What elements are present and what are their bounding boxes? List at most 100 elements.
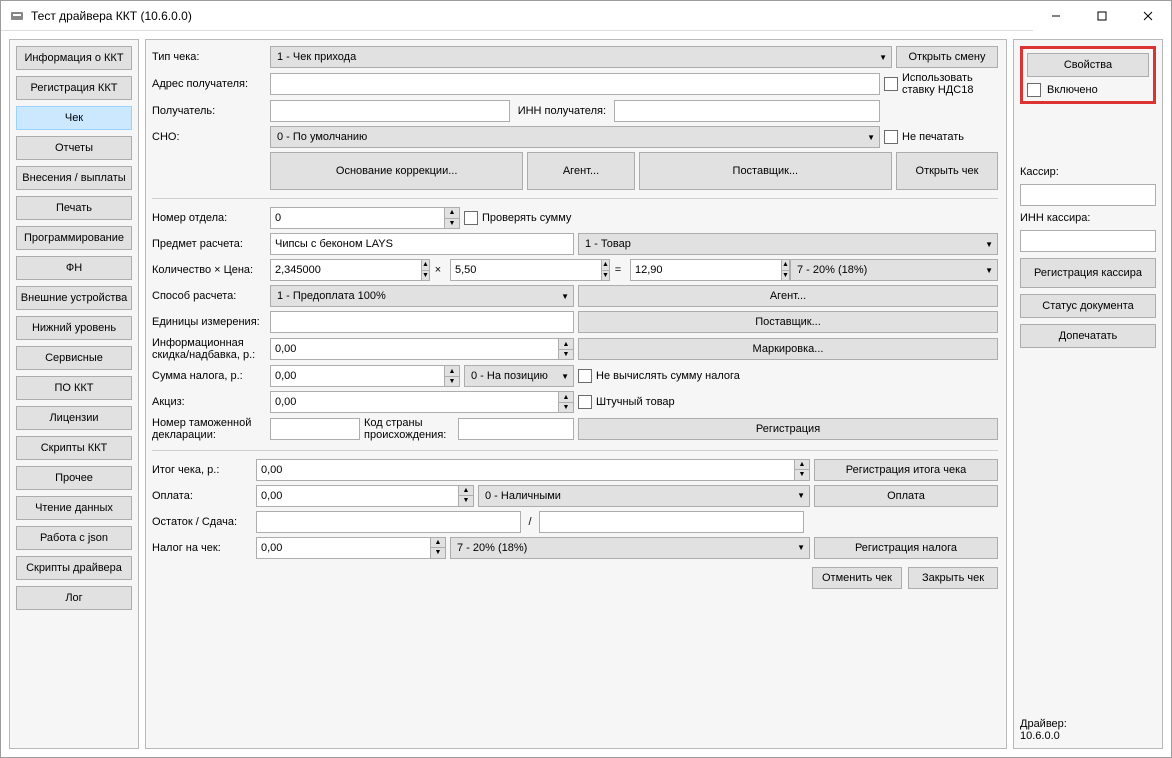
units-input[interactable] bbox=[270, 311, 574, 333]
payment-button[interactable]: Оплата bbox=[814, 485, 998, 507]
label-cashier: Кассир: bbox=[1020, 166, 1156, 178]
label-sno: СНО: bbox=[152, 131, 266, 143]
chevron-down-icon: ▼ bbox=[867, 133, 875, 142]
label-customs-decl: Номер таможенной декларации: bbox=[152, 417, 266, 441]
driver-info: Драйвер: 10.6.0.0 bbox=[1020, 718, 1156, 742]
payment-spinner[interactable]: ▲▼ bbox=[256, 485, 474, 507]
titlebar: Тест драйвера ККТ (10.6.0.0) bbox=[1, 1, 1171, 31]
remainder1-input[interactable] bbox=[256, 511, 521, 533]
open-shift-button[interactable]: Открыть смену bbox=[896, 46, 998, 68]
label-qty-price: Количество × Цена: bbox=[152, 264, 266, 276]
customs-decl-input[interactable] bbox=[270, 418, 360, 440]
combo-calc-method[interactable]: 1 - Предоплата 100% ▼ bbox=[270, 285, 574, 307]
label-piece-goods: Штучный товар bbox=[596, 396, 675, 408]
sidebar-item-service[interactable]: Сервисные bbox=[16, 346, 132, 370]
check-tax-spinner[interactable]: ▲▼ bbox=[256, 537, 446, 559]
sidebar-item-extdev[interactable]: Внешние устройства bbox=[16, 286, 132, 310]
sidebar-item-check[interactable]: Чек bbox=[16, 106, 132, 130]
sidebar-item-fn[interactable]: ФН bbox=[16, 256, 132, 280]
marking-button[interactable]: Маркировка... bbox=[578, 338, 998, 360]
sidebar-item-other[interactable]: Прочее bbox=[16, 466, 132, 490]
piece-goods-checkbox[interactable] bbox=[578, 395, 592, 409]
recipient-address-input[interactable] bbox=[270, 73, 880, 95]
chevron-down-icon: ▼ bbox=[985, 240, 993, 249]
agent-mid-button[interactable]: Агент... bbox=[578, 285, 998, 307]
sidebar-item-deposits[interactable]: Внесения / выплаты bbox=[16, 166, 132, 190]
minimize-button[interactable] bbox=[1033, 1, 1079, 31]
label-recipient: Получатель: bbox=[152, 105, 266, 117]
sidebar-item-scripts-driver[interactable]: Скрипты драйвера bbox=[16, 556, 132, 580]
sidebar-item-registration[interactable]: Регистрация ККТ bbox=[16, 76, 132, 100]
label-country-code: Код страны происхождения: bbox=[364, 417, 454, 441]
remainder2-input[interactable] bbox=[539, 511, 804, 533]
sidebar-item-programming[interactable]: Программирование bbox=[16, 226, 132, 250]
sidebar-item-json[interactable]: Работа с json bbox=[16, 526, 132, 550]
check-sum-checkbox[interactable] bbox=[464, 211, 478, 225]
doc-status-button[interactable]: Статус документа bbox=[1020, 294, 1156, 318]
country-code-input[interactable] bbox=[458, 418, 574, 440]
info-discount-spinner[interactable]: ▲▼ bbox=[270, 338, 574, 360]
close-button[interactable] bbox=[1125, 1, 1171, 31]
properties-button[interactable]: Свойства bbox=[1027, 53, 1149, 77]
enabled-checkbox[interactable] bbox=[1027, 83, 1041, 97]
sidebar-item-reports[interactable]: Отчеты bbox=[16, 136, 132, 160]
quantity-spinner[interactable]: ▲▼ bbox=[270, 259, 426, 281]
cashier-inn-input[interactable] bbox=[1020, 230, 1156, 252]
use-vat18-checkbox[interactable] bbox=[884, 77, 898, 91]
reg-cashier-button[interactable]: Регистрация кассира bbox=[1020, 258, 1156, 288]
recipient-input[interactable] bbox=[270, 100, 510, 122]
tax-sum-spinner[interactable]: ▲▼ bbox=[270, 365, 460, 387]
label-item-subject: Предмет расчета: bbox=[152, 238, 266, 250]
chevron-down-icon: ▼ bbox=[561, 372, 569, 381]
reg-tax-button[interactable]: Регистрация налога bbox=[814, 537, 998, 559]
reg-check-total-button[interactable]: Регистрация итога чека bbox=[814, 459, 998, 481]
item-subject-input[interactable] bbox=[270, 233, 574, 255]
right-panel: Свойства Включено Кассир: ИНН кассира: Р… bbox=[1013, 39, 1163, 749]
agent-top-button[interactable]: Агент... bbox=[527, 152, 634, 190]
close-check-button[interactable]: Закрыть чек bbox=[908, 567, 998, 589]
chevron-down-icon: ▼ bbox=[561, 292, 569, 301]
total-spinner[interactable]: ▲▼ bbox=[630, 259, 786, 281]
registration-button[interactable]: Регистрация bbox=[578, 418, 998, 440]
correction-basis-button[interactable]: Основание коррекции... bbox=[270, 152, 523, 190]
recipient-inn-input[interactable] bbox=[614, 100, 880, 122]
price-spinner[interactable]: ▲▼ bbox=[450, 259, 606, 281]
supplier-top-button[interactable]: Поставщик... bbox=[639, 152, 892, 190]
label-recipient-address: Адрес получателя: bbox=[152, 78, 266, 90]
sidebar-item-print[interactable]: Печать bbox=[16, 196, 132, 220]
highlight-box: Свойства Включено bbox=[1020, 46, 1156, 104]
slash-symbol: / bbox=[525, 516, 535, 528]
sidebar-item-log[interactable]: Лог bbox=[16, 586, 132, 610]
combo-item-type[interactable]: 1 - Товар ▼ bbox=[578, 233, 998, 255]
excise-spinner[interactable]: ▲▼ bbox=[270, 391, 574, 413]
label-check-tax: Налог на чек: bbox=[152, 542, 252, 554]
open-check-button[interactable]: Открыть чек bbox=[896, 152, 998, 190]
combo-payment-type[interactable]: 0 - Наличными ▼ bbox=[478, 485, 810, 507]
check-total-spinner[interactable]: ▲▼ bbox=[256, 459, 810, 481]
sidebar-item-licenses[interactable]: Лицензии bbox=[16, 406, 132, 430]
combo-vat-rate[interactable]: 7 - 20% (18%) ▼ bbox=[790, 259, 998, 281]
cashier-input[interactable] bbox=[1020, 184, 1156, 206]
supplier-mid-button[interactable]: Поставщик... bbox=[578, 311, 998, 333]
combo-tax-pos[interactable]: 0 - На позицию ▼ bbox=[464, 365, 574, 387]
maximize-button[interactable] bbox=[1079, 1, 1125, 31]
combo-check-tax-type[interactable]: 7 - 20% (18%) ▼ bbox=[450, 537, 810, 559]
dept-number-spinner[interactable]: ▲▼ bbox=[270, 207, 460, 229]
combo-check-type[interactable]: 1 - Чек прихода ▼ bbox=[270, 46, 892, 68]
sidebar-item-lowlevel[interactable]: Нижний уровень bbox=[16, 316, 132, 340]
sidebar-item-info[interactable]: Информация о ККТ bbox=[16, 46, 132, 70]
no-calc-tax-checkbox[interactable] bbox=[578, 369, 592, 383]
label-enabled: Включено bbox=[1047, 84, 1098, 96]
reprint-button[interactable]: Допечатать bbox=[1020, 324, 1156, 348]
sidebar-item-read-data[interactable]: Чтение данных bbox=[16, 496, 132, 520]
cancel-check-button[interactable]: Отменить чек bbox=[812, 567, 902, 589]
label-check-type: Тип чека: bbox=[152, 51, 266, 63]
label-units: Единицы измерения: bbox=[152, 316, 266, 328]
combo-sno[interactable]: 0 - По умолчанию ▼ bbox=[270, 126, 880, 148]
no-print-checkbox[interactable] bbox=[884, 130, 898, 144]
sidebar-item-scripts-kkt[interactable]: Скрипты ККТ bbox=[16, 436, 132, 460]
sidebar-item-pokkt[interactable]: ПО ККТ bbox=[16, 376, 132, 400]
chevron-down-icon: ▼ bbox=[797, 543, 805, 552]
label-check-sum: Проверять сумму bbox=[482, 212, 571, 224]
label-recipient-inn: ИНН получателя: bbox=[514, 105, 610, 117]
